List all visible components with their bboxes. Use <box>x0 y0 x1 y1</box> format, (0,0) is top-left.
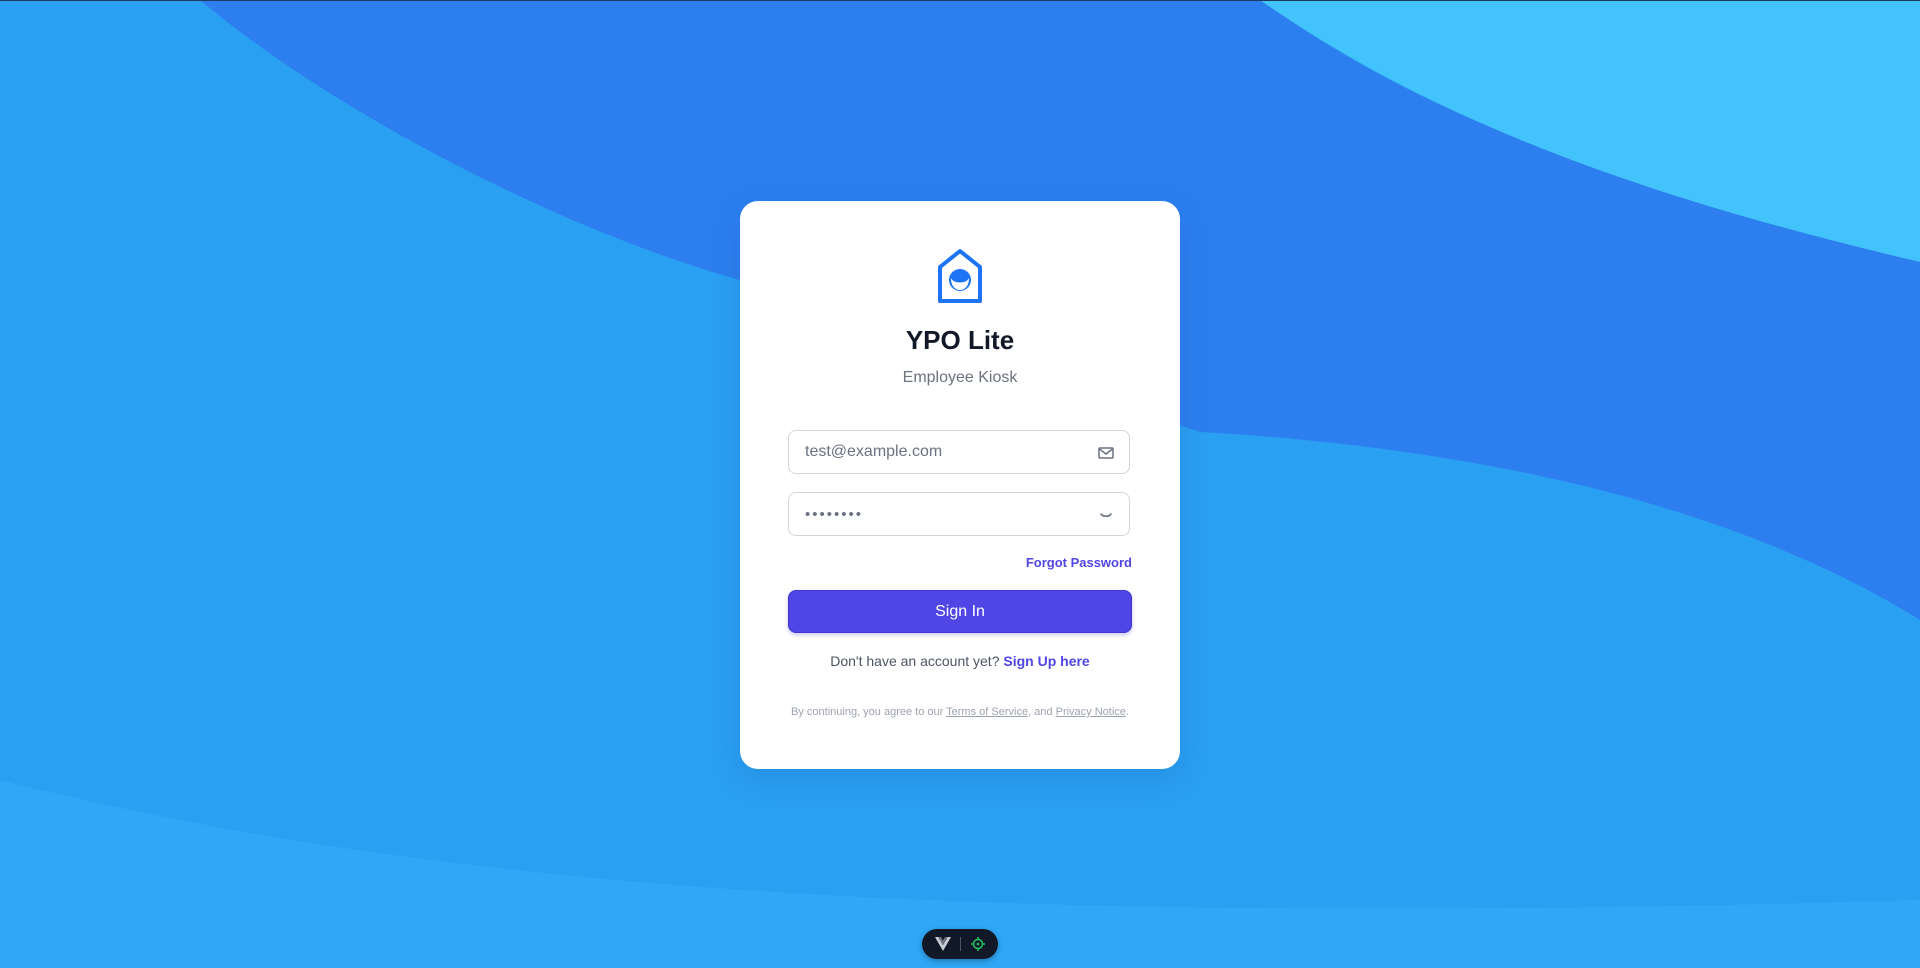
password-field[interactable] <box>788 492 1130 536</box>
terms-of-service-link[interactable]: Terms of Service <box>946 706 1028 718</box>
email-input[interactable] <box>805 431 1075 473</box>
login-card: YPO Lite Employee Kiosk Forgot Password … <box>740 201 1180 769</box>
eye-closed-icon[interactable] <box>1097 506 1115 524</box>
email-field[interactable] <box>788 430 1130 474</box>
signup-prompt-text: Don't have an account yet? <box>830 653 1000 669</box>
legal-notice: By continuing, you agree to our Terms of… <box>790 704 1130 720</box>
password-input[interactable] <box>805 493 1075 535</box>
devtools-toolbar[interactable] <box>922 929 998 959</box>
app-subtitle: Employee Kiosk <box>902 369 1018 386</box>
sign-in-button[interactable]: Sign In <box>788 590 1132 633</box>
sign-up-link[interactable]: Sign Up here <box>1003 653 1089 669</box>
signup-prompt: Don't have an account yet? Sign Up here <box>740 653 1180 669</box>
vue-logo-icon[interactable] <box>935 937 951 951</box>
house-face-icon <box>938 249 982 303</box>
inspector-target-icon[interactable] <box>970 936 986 952</box>
privacy-notice-link[interactable]: Privacy Notice <box>1056 706 1126 718</box>
legal-middle: , and <box>1028 706 1053 718</box>
mail-icon <box>1098 447 1114 459</box>
app-title: YPO Lite <box>905 325 1015 355</box>
forgot-password-link[interactable]: Forgot Password <box>1026 555 1132 570</box>
top-border <box>0 0 1920 1</box>
legal-suffix: . <box>1125 706 1129 718</box>
toolbar-divider <box>960 937 961 951</box>
legal-prefix: By continuing, you agree to our <box>791 706 944 718</box>
